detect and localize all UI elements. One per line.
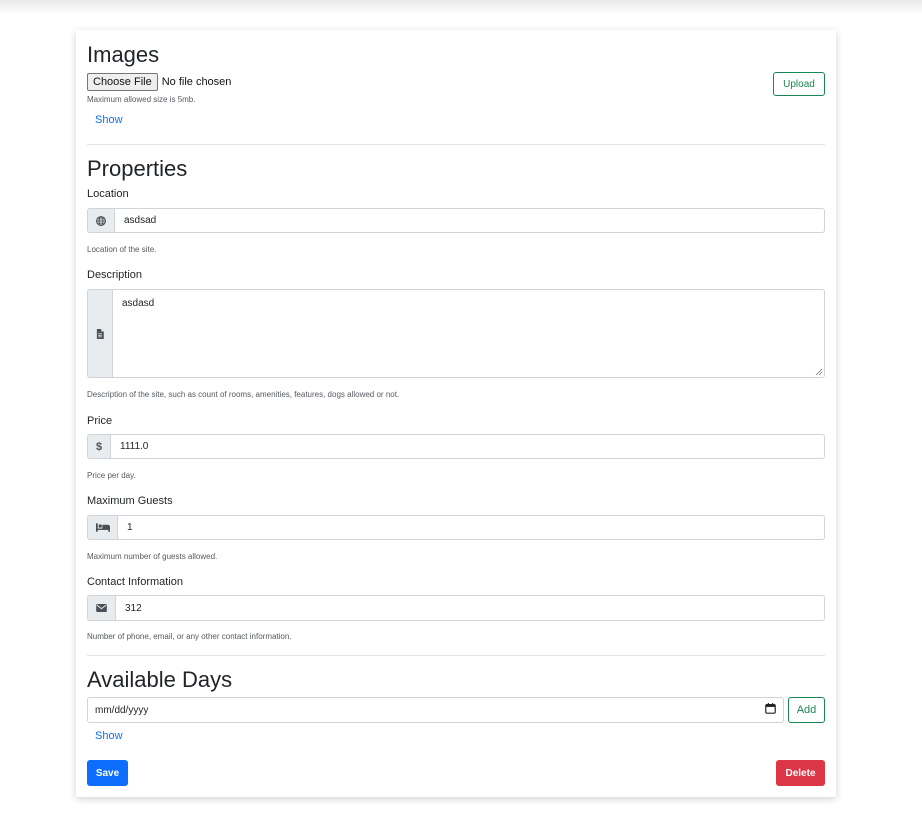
document-icon [87, 289, 112, 378]
location-help-text: Location of the site. [87, 245, 157, 254]
date-input[interactable]: mm/dd/yyyy [87, 697, 784, 723]
delete-button[interactable]: Delete [776, 760, 825, 786]
dollar-icon: $ [87, 434, 110, 459]
max-guests-input[interactable]: 1 [117, 515, 825, 540]
images-heading: Images [87, 42, 160, 67]
divider [87, 655, 825, 656]
contact-input-group: 312 [87, 595, 825, 621]
add-day-button[interactable]: Add [788, 697, 825, 723]
available-days-show-link[interactable]: Show [95, 730, 123, 742]
properties-heading: Properties [87, 156, 188, 181]
save-button[interactable]: Save [87, 760, 128, 786]
contact-label: Contact Information [87, 576, 183, 588]
bed-icon [87, 515, 117, 540]
no-file-text: No file chosen [161, 76, 232, 88]
date-placeholder: mm/dd/yyyy [95, 704, 149, 716]
site-edit-card: Images Choose File No file chosen Upload… [76, 30, 836, 797]
price-label: Price [87, 415, 113, 427]
choose-file-button[interactable]: Choose File [87, 73, 158, 91]
description-input-group: asdasd [87, 289, 825, 378]
location-label: Location [87, 188, 129, 200]
available-days-heading: Available Days [87, 667, 233, 692]
location-input-group: asdsad [87, 208, 825, 233]
price-input[interactable]: 1111.0 [110, 434, 825, 459]
max-guests-label: Maximum Guests [87, 495, 173, 507]
description-textarea[interactable]: asdasd [112, 289, 825, 378]
envelope-icon [87, 595, 115, 621]
price-help-text: Price per day. [87, 471, 136, 480]
globe-icon [87, 208, 114, 233]
top-shadow [0, 0, 922, 14]
contact-help-text: Number of phone, email, or any other con… [87, 632, 292, 641]
description-help-text: Description of the site, such as count o… [87, 390, 400, 399]
file-input[interactable]: Choose File No file chosen [87, 73, 231, 91]
location-input[interactable]: asdsad [114, 208, 825, 233]
divider [87, 144, 825, 145]
max-guests-input-group: 1 [87, 515, 825, 540]
resize-handle-icon[interactable] [815, 368, 823, 376]
description-text: asdasd [122, 298, 155, 309]
description-label: Description [87, 269, 143, 281]
upload-button[interactable]: Upload [773, 72, 825, 96]
images-help-text: Maximum allowed size is 5mb. [87, 95, 196, 104]
max-guests-help-text: Maximum number of guests allowed. [87, 552, 218, 561]
price-input-group: $ 1111.0 [87, 434, 825, 459]
calendar-icon[interactable] [765, 703, 776, 717]
images-show-link[interactable]: Show [95, 114, 123, 126]
contact-input[interactable]: 312 [115, 595, 825, 621]
